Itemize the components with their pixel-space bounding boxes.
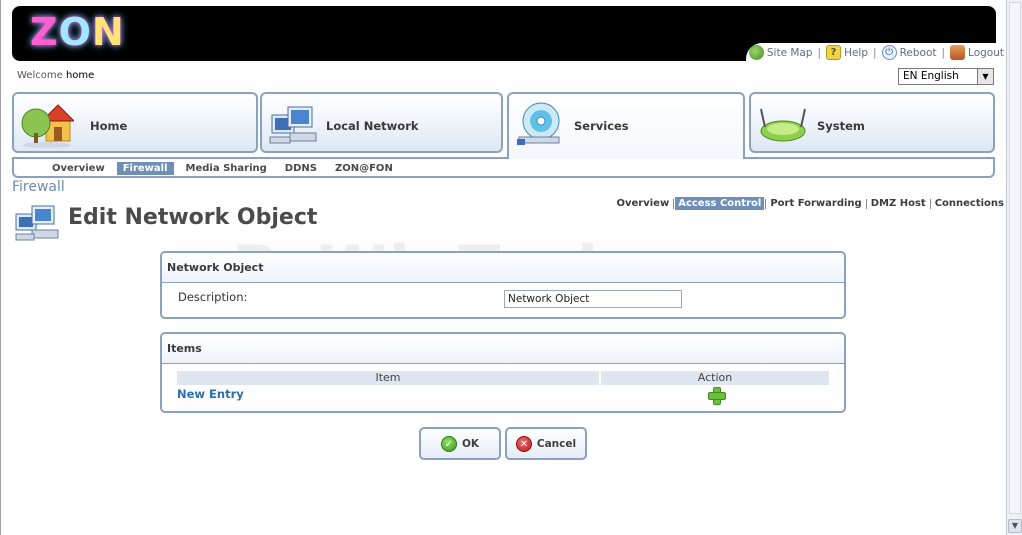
site-map-link[interactable]: Site Map (748, 45, 813, 60)
nav-dmz-host[interactable]: DMZ Host (868, 197, 929, 210)
tab-home[interactable]: Home (12, 92, 258, 153)
ok-button[interactable]: ✓ OK (419, 427, 501, 460)
scroll-down-arrow-icon[interactable]: ▼ (1008, 519, 1022, 533)
sub-navigation: Overview Firewall Media Sharing DDNS ZON… (12, 157, 995, 178)
logout-link[interactable]: Logout (950, 45, 1004, 60)
close-icon: ✕ (515, 435, 532, 452)
top-links: Site Map | ? Help | ⏻ Reboot | Logout (748, 45, 1004, 60)
subnav-media-sharing[interactable]: Media Sharing (180, 162, 273, 175)
section-label: Firewall (12, 179, 65, 195)
tab-local-network-label: Local Network (326, 119, 419, 133)
language-select[interactable]: EN English ▼ (898, 68, 994, 85)
tab-local-network[interactable]: Local Network (260, 92, 503, 153)
computers-icon (269, 106, 317, 144)
column-header-item: Item (177, 371, 599, 385)
nav-connections[interactable]: Connections (932, 197, 1007, 210)
scrollbar-track[interactable] (1009, 2, 1021, 514)
tab-home-label: Home (90, 119, 128, 133)
logout-icon (950, 45, 966, 60)
tab-services[interactable]: Services (507, 92, 745, 159)
check-icon: ✓ (440, 435, 457, 452)
new-entry-link[interactable]: New Entry (177, 387, 244, 401)
reboot-label: Reboot (899, 46, 937, 59)
help-label: Help (844, 46, 869, 59)
cancel-button[interactable]: ✕ Cancel (505, 427, 587, 460)
items-panel: Items Item Action New Entry (160, 332, 846, 413)
nav-divider (673, 198, 675, 209)
firewall-section-nav: Overview Access Control Port Forwarding … (614, 197, 1008, 210)
subnav-overview[interactable]: Overview (46, 162, 111, 175)
help-icon: ? (826, 45, 842, 60)
zon-logo: ZON (30, 10, 125, 54)
ok-label: OK (461, 437, 480, 450)
vertical-scrollbar[interactable]: ▼ (1006, 0, 1022, 535)
nav-access-control[interactable]: Access Control (675, 197, 765, 210)
cancel-label: Cancel (536, 437, 577, 450)
network-object-header: Network Object (162, 253, 844, 283)
description-label: Description: (178, 290, 248, 304)
tab-services-label: Services (574, 119, 629, 133)
sitemap-icon (748, 45, 764, 60)
link-separator: | (873, 46, 877, 59)
column-header-action: Action (601, 371, 829, 385)
house-icon (21, 104, 74, 148)
tab-system[interactable]: System (749, 92, 995, 153)
nav-divider (929, 198, 931, 209)
router-icon (760, 108, 806, 142)
disc-icon (517, 102, 560, 145)
link-separator: | (817, 46, 822, 59)
nav-divider (765, 198, 767, 209)
items-header: Items (162, 334, 844, 364)
chevron-down-icon[interactable]: ▼ (977, 69, 993, 84)
nav-port-forwarding[interactable]: Port Forwarding (767, 197, 864, 210)
subnav-zon-fon[interactable]: ZON@FON (329, 162, 399, 175)
help-link[interactable]: ? Help (826, 45, 868, 60)
tab-system-label: System (817, 119, 865, 133)
network-object-panel: Network Object Description: (160, 251, 846, 319)
language-value: EN English (903, 70, 959, 82)
page-title: Edit Network Object (68, 205, 318, 230)
computers-icon (15, 205, 59, 241)
add-icon[interactable] (708, 387, 726, 405)
site-map-label: Site Map (766, 46, 813, 59)
subnav-ddns[interactable]: DDNS (279, 162, 323, 175)
welcome-text: Welcome home (17, 70, 95, 81)
nav-overview[interactable]: Overview (614, 197, 673, 210)
reboot-icon: ⏻ (881, 45, 897, 60)
username: home (65, 70, 95, 81)
link-separator: | (941, 46, 946, 59)
description-input[interactable] (504, 290, 682, 308)
logout-label: Logout (968, 46, 1004, 59)
reboot-link[interactable]: ⏻ Reboot (881, 45, 937, 60)
nav-divider (865, 198, 867, 209)
subnav-firewall[interactable]: Firewall (116, 162, 174, 175)
